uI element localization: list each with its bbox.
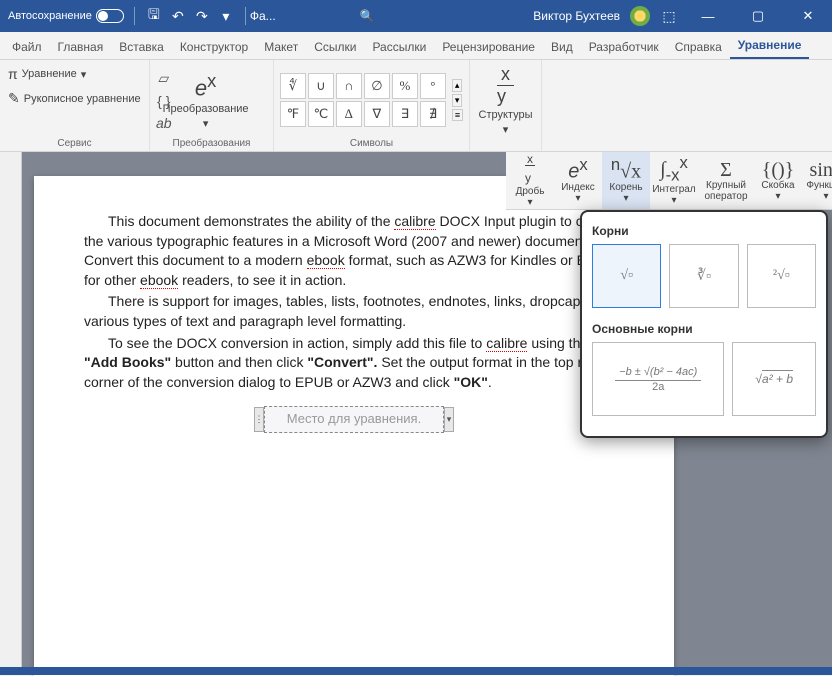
structures-button-label: Структуры xyxy=(479,109,533,121)
popup-section-common-roots: Основные корни xyxy=(592,322,820,336)
vertical-ruler xyxy=(0,152,22,675)
maximize-button[interactable]: ▢ xyxy=(738,0,778,32)
fraction-icon: xy xyxy=(525,153,535,186)
template-pythagorean[interactable]: √a² + b xyxy=(732,342,816,416)
struct-bracket[interactable]: {()} Скобка▾ xyxy=(754,152,802,209)
chevron-down-icon: ▾ xyxy=(203,117,209,130)
user-avatar-icon[interactable] xyxy=(630,6,650,26)
tab-equation[interactable]: Уравнение xyxy=(730,33,810,59)
group-symbols-label: Символы xyxy=(280,136,463,149)
symbol-cell[interactable]: ∅ xyxy=(364,73,390,99)
struct-large-operator[interactable]: Σ Крупный оператор xyxy=(698,152,754,209)
group-service-label: Сервис xyxy=(6,136,143,149)
symbol-cell[interactable]: ∪ xyxy=(308,73,334,99)
document-page[interactable]: This document demonstrates the ability o… xyxy=(34,176,674,676)
tab-insert[interactable]: Вставка xyxy=(111,35,172,59)
undo-icon[interactable]: ↶ xyxy=(169,7,187,25)
symbol-expand[interactable]: ≡ xyxy=(452,109,463,121)
symbol-cell[interactable]: ∃ xyxy=(392,101,418,127)
tab-design[interactable]: Конструктор xyxy=(172,35,256,59)
tab-help[interactable]: Справка xyxy=(667,35,730,59)
struct-integral[interactable]: ∫-xx Интеграл▾ xyxy=(650,152,698,209)
function-icon: sinθ xyxy=(810,160,832,180)
equation-button-label: Уравнение xyxy=(22,68,77,80)
struct-script[interactable]: ex Индекс▾ xyxy=(554,152,602,209)
autosave-label: Автосохранение xyxy=(8,10,92,22)
symbol-scroll-down[interactable]: ▾ xyxy=(452,94,463,107)
integral-icon: ∫-xx xyxy=(660,155,688,184)
ribbon-display-icon[interactable]: ⬚ xyxy=(660,7,678,25)
struct-fraction[interactable]: xy Дробь▾ xyxy=(506,152,554,209)
popup-section-roots: Корни xyxy=(592,224,820,238)
symbol-cell[interactable]: ∇ xyxy=(364,101,390,127)
title-bar: Автосохранение 🖫 ↶ ↷ ▾ Фа... 🔍 Виктор Бу… xyxy=(0,0,832,32)
chevron-down-icon: ▾ xyxy=(503,123,509,136)
symbol-scroll-up[interactable]: ▴ xyxy=(452,79,463,92)
close-button[interactable]: ✕ xyxy=(788,0,828,32)
struct-function[interactable]: sinθ Функция▾ xyxy=(802,152,832,209)
sum-icon: Σ xyxy=(720,160,732,180)
ink-equation-button[interactable]: ✎ Рукописное уравнение xyxy=(6,88,143,109)
equation-handle-left[interactable]: ⋮ xyxy=(254,407,264,431)
tab-mailings[interactable]: Рассылки xyxy=(364,35,434,59)
struct-radical[interactable]: n√x Корень▾ xyxy=(602,152,650,209)
equation-button[interactable]: π Уравнение ▾ xyxy=(6,64,88,84)
symbol-cell[interactable]: ∜ xyxy=(280,73,306,99)
bracket-icon: {()} xyxy=(762,160,795,180)
chevron-down-icon: ▾ xyxy=(81,68,87,81)
symbol-cell[interactable]: ∆ xyxy=(336,101,362,127)
template-quadratic-formula[interactable]: −b ± √(b² − 4ac) 2a xyxy=(592,342,724,416)
symbol-cell[interactable]: % xyxy=(392,73,418,99)
customize-qat-icon[interactable]: ▾ xyxy=(217,7,235,25)
symbol-cell[interactable]: ℃ xyxy=(308,101,334,127)
symbol-cell[interactable]: ∄ xyxy=(420,101,446,127)
group-conversions-label: Преобразования xyxy=(156,136,267,149)
structures-strip: xy Дробь▾ ex Индекс▾ n√x Корень▾ ∫-xx Ин… xyxy=(506,152,832,210)
convert-button-label: Преобразование xyxy=(163,103,249,115)
ex-icon: ex xyxy=(195,70,216,101)
document-title: Фа... 🔍 xyxy=(250,9,533,23)
symbol-cell[interactable]: ° xyxy=(420,73,446,99)
template-cube-root[interactable]: ∛▫ xyxy=(669,244,738,308)
status-bar xyxy=(0,667,832,675)
tab-developer[interactable]: Разработчик xyxy=(581,35,667,59)
equation-placeholder-text: Место для уравнения. xyxy=(287,411,421,426)
equation-handle-right[interactable]: ▾ xyxy=(444,407,454,431)
radical-icon: n√x xyxy=(611,157,641,182)
equation-placeholder[interactable]: ⋮ Место для уравнения. ▾ xyxy=(264,406,444,432)
tab-review[interactable]: Рецензирование xyxy=(434,35,543,59)
convert-button[interactable]: ex Преобразование ▾ xyxy=(176,70,236,130)
toggle-switch-icon xyxy=(96,9,124,23)
search-icon[interactable]: 🔍 xyxy=(360,9,375,23)
template-nth-root[interactable]: ²√▫ xyxy=(747,244,816,308)
autosave-toggle[interactable]: Автосохранение xyxy=(8,9,124,23)
paragraph[interactable]: This document demonstrates the ability o… xyxy=(84,212,624,290)
symbol-cell[interactable]: ℉ xyxy=(280,101,306,127)
ink-equation-label: Рукописное уравнение xyxy=(24,93,141,105)
paragraph[interactable]: There is support for images, tables, lis… xyxy=(84,292,624,331)
redo-icon[interactable]: ↷ xyxy=(193,7,211,25)
user-name[interactable]: Виктор Бухтеев xyxy=(533,9,620,23)
fraction-icon: xy xyxy=(497,64,514,107)
ribbon-tabs: Файл Главная Вставка Конструктор Макет С… xyxy=(0,32,832,60)
structures-button[interactable]: xy Структуры ▾ xyxy=(476,64,535,136)
radical-templates-popup: Корни √▫ ∛▫ ²√▫ Основные корни −b ± √(b²… xyxy=(580,210,828,438)
tab-view[interactable]: Вид xyxy=(543,35,581,59)
template-square-root[interactable]: √▫ xyxy=(592,244,661,308)
script-icon: ex xyxy=(568,157,587,182)
ribbon: π Уравнение ▾ ✎ Рукописное уравнение Сер… xyxy=(0,60,832,152)
tab-home[interactable]: Главная xyxy=(50,35,112,59)
minimize-button[interactable]: — xyxy=(688,0,728,32)
symbol-grid: ∜ ∪ ∩ ∅ % ° ℉ ℃ ∆ ∇ ∃ ∄ xyxy=(280,73,446,127)
ab-icon[interactable]: ab xyxy=(156,115,172,131)
symbol-cell[interactable]: ∩ xyxy=(336,73,362,99)
paragraph[interactable]: To see the DOCX conversion in action, si… xyxy=(84,334,624,393)
pen-icon: ✎ xyxy=(8,90,20,107)
tab-references[interactable]: Ссылки xyxy=(306,35,364,59)
pi-icon: π xyxy=(8,66,18,82)
tab-file[interactable]: Файл xyxy=(4,35,50,59)
fraction-placeholder-icon[interactable]: ▱ xyxy=(158,70,169,87)
tab-layout[interactable]: Макет xyxy=(256,35,306,59)
save-icon[interactable]: 🖫 xyxy=(145,7,163,25)
